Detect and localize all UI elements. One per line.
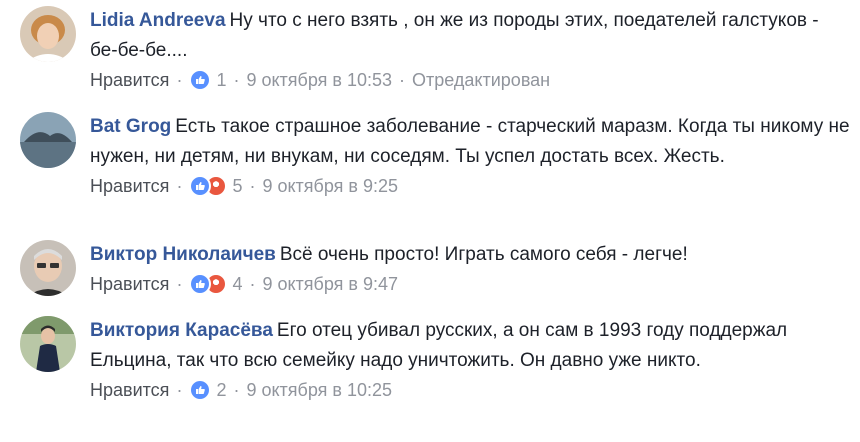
separator: ·	[399, 70, 406, 90]
like-icon	[189, 69, 212, 91]
author-name[interactable]: Виктория Карасёва	[90, 320, 273, 341]
author-name[interactable]: Lidia Andreeva	[90, 10, 226, 31]
separator: ·	[176, 380, 183, 400]
separator: ·	[249, 176, 256, 196]
timestamp[interactable]: 9 октября в 9:25	[262, 172, 398, 200]
timestamp[interactable]: 9 октября в 9:47	[262, 270, 398, 298]
reactions[interactable]	[189, 175, 228, 197]
reactions[interactable]	[189, 379, 212, 401]
reaction-count[interactable]: 1	[216, 66, 226, 94]
edited-label[interactable]: Отредактирован	[412, 66, 550, 94]
comment-body: Виктор Николаичев Всё очень просто! Играт…	[90, 240, 850, 298]
separator: ·	[176, 176, 183, 196]
comment-text: Виктория Карасёва Его отец убивал русских…	[90, 316, 850, 376]
like-button[interactable]: Нравится	[90, 172, 169, 200]
comment-actions: Нравится · 5 · 9 октября в 9:25	[90, 172, 850, 200]
avatar[interactable]	[20, 316, 76, 372]
comment-actions: Нравится · 4 · 9 октября в 9:47	[90, 270, 850, 298]
separator: ·	[249, 274, 256, 294]
reactions[interactable]	[189, 69, 212, 91]
comment-actions: Нравится · 2 · 9 октября в 10:25	[90, 376, 850, 404]
like-button[interactable]: Нравится	[90, 270, 169, 298]
comment-body: Bat Grog Есть такое страшное заболевание …	[90, 112, 850, 200]
separator: ·	[233, 380, 240, 400]
author-name[interactable]: Bat Grog	[90, 116, 171, 137]
reaction-count[interactable]: 5	[232, 172, 242, 200]
comment-text: Виктор Николаичев Всё очень просто! Играт…	[90, 240, 850, 270]
separator: ·	[233, 70, 240, 90]
comment-body: Lidia Andreeva Ну что с него взять , он ж…	[90, 6, 850, 94]
like-button[interactable]: Нравится	[90, 376, 169, 404]
reaction-count[interactable]: 2	[216, 376, 226, 404]
comment-message: Всё очень просто! Играть самого себя - л…	[279, 244, 688, 265]
comment-thread: Lidia Andreeva Ну что с него взять , он ж…	[0, 0, 860, 442]
separator: ·	[176, 274, 183, 294]
avatar[interactable]	[20, 6, 76, 62]
separator: ·	[176, 70, 183, 90]
timestamp[interactable]: 9 октября в 10:25	[246, 376, 392, 404]
comment-actions: Нравится · 1 · 9 октября в 10:53 · Отред…	[90, 66, 850, 94]
reaction-count[interactable]: 4	[232, 270, 242, 298]
timestamp[interactable]: 9 октября в 10:53	[246, 66, 392, 94]
avatar[interactable]	[20, 240, 76, 296]
like-button[interactable]: Нравится	[90, 66, 169, 94]
comment-message: Есть такое страшное заболевание - старче…	[90, 116, 850, 167]
author-name[interactable]: Виктор Николаичев	[90, 244, 276, 265]
reactions[interactable]	[189, 273, 228, 295]
like-icon	[189, 379, 212, 401]
avatar[interactable]	[20, 112, 76, 168]
comment-text: Lidia Andreeva Ну что с него взять , он ж…	[90, 6, 850, 66]
comment-text: Bat Grog Есть такое страшное заболевание …	[90, 112, 850, 172]
comment-body: Виктория Карасёва Его отец убивал русских…	[90, 316, 850, 404]
